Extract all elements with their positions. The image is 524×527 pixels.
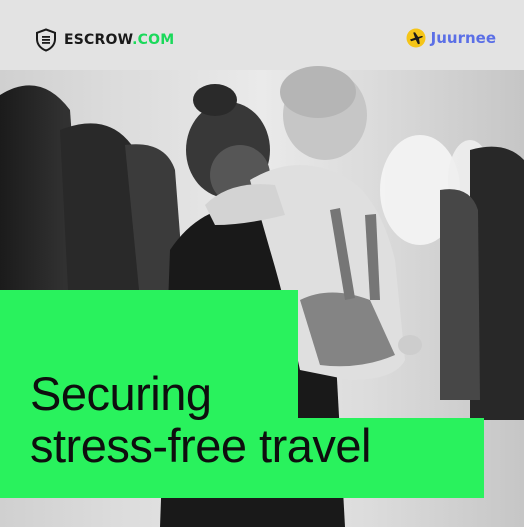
juurnee-logo[interactable]: Juurnee [406, 28, 496, 48]
airplane-icon [406, 28, 426, 48]
promo-card: ESCROW.COM Juurnee Securing stress-free … [0, 0, 524, 527]
headline-line-1: Securing [30, 367, 212, 420]
juurnee-wordmark: Juurnee [430, 29, 496, 47]
escrow-wordmark: ESCROW.COM [64, 32, 175, 48]
headline: Securing stress-free travel [30, 368, 371, 472]
escrow-logo[interactable]: ESCROW.COM [34, 28, 174, 52]
shield-icon [36, 28, 56, 52]
headline-line-2: stress-free travel [30, 419, 371, 472]
header-bar: ESCROW.COM Juurnee [0, 0, 524, 64]
